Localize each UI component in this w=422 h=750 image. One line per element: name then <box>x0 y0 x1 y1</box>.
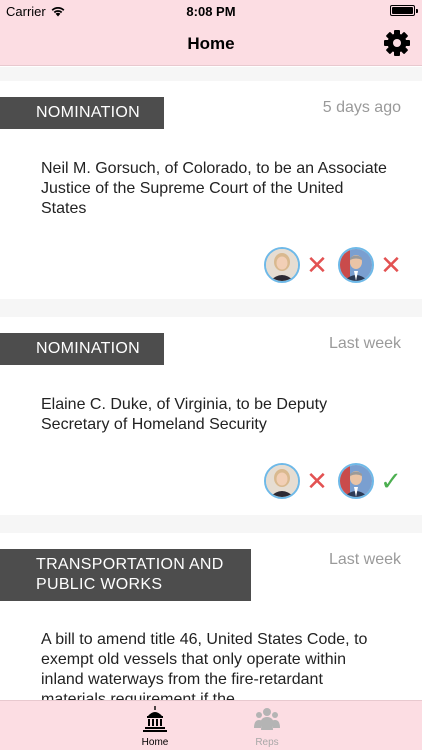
capitol-icon <box>143 706 167 732</box>
feed-card[interactable]: TRANSPORTATION AND PUBLIC WORKS Last wee… <box>0 533 422 700</box>
bill-description: A bill to amend title 46, United States … <box>41 631 368 700</box>
tab-label: Reps <box>255 737 279 748</box>
rep-vote[interactable]: ✕ <box>264 463 330 499</box>
tab-home[interactable]: Home <box>115 701 195 750</box>
bill-description: Neil M. Gorsuch, of Colorado, to be an A… <box>41 160 387 217</box>
rep-votes: ✕ ✓ <box>256 463 404 499</box>
nay-x-icon: ✕ <box>380 250 402 280</box>
timestamp: Last week <box>328 551 401 568</box>
tab-bar: Home Reps <box>0 700 422 750</box>
status-bar: Carrier 8:08 PM <box>0 0 422 22</box>
bill-description: Elaine C. Duke, of Virginia, to be Deput… <box>41 396 328 433</box>
page-title: Home <box>187 34 235 53</box>
timestamp: Last week <box>328 335 401 352</box>
category-tag-line: TRANSPORTATION AND <box>36 556 224 573</box>
battery-icon <box>390 5 418 16</box>
category-tag-line: PUBLIC WORKS <box>36 576 163 593</box>
rep-vote[interactable]: ✓ <box>338 463 404 499</box>
tab-label: Home <box>141 737 169 748</box>
people-group-icon <box>254 708 280 730</box>
navigation-bar: Home <box>0 22 422 66</box>
male-senator-avatar <box>338 463 374 499</box>
vote-feed[interactable]: NOMINATION 5 days ago Neil M. Gorsuch, o… <box>0 67 422 700</box>
clock: 8:08 PM <box>186 4 236 19</box>
tab-reps[interactable]: Reps <box>227 701 307 750</box>
timestamp: 5 days ago <box>322 99 401 116</box>
feed-card[interactable]: NOMINATION 5 days ago Neil M. Gorsuch, o… <box>0 81 422 299</box>
nay-x-icon: ✕ <box>306 466 328 496</box>
female-senator-avatar <box>264 463 300 499</box>
male-senator-avatar <box>338 247 374 283</box>
rep-vote[interactable]: ✕ <box>338 247 404 283</box>
female-senator-avatar <box>264 247 300 283</box>
nay-x-icon: ✕ <box>306 250 328 280</box>
category-tag: NOMINATION <box>0 97 164 129</box>
yea-check-icon: ✓ <box>380 466 402 496</box>
rep-votes: ✕ ✕ <box>256 247 404 283</box>
gear-icon <box>384 30 410 56</box>
rep-vote[interactable]: ✕ <box>264 247 330 283</box>
settings-button[interactable] <box>382 28 412 58</box>
category-tag: NOMINATION <box>0 333 164 365</box>
category-tag: TRANSPORTATION AND PUBLIC WORKS <box>0 549 251 601</box>
feed-card[interactable]: NOMINATION Last week Elaine C. Duke, of … <box>0 317 422 515</box>
